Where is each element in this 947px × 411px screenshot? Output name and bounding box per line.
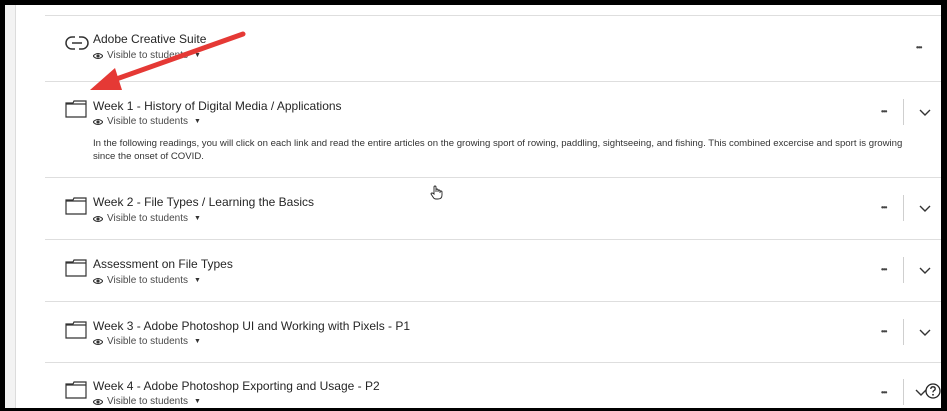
more-options-icon[interactable]: •••	[916, 43, 922, 52]
chevron-down-icon[interactable]	[919, 267, 931, 275]
eye-icon	[93, 118, 103, 125]
list-item-week-3[interactable]: Week 3 - Adobe Photoshop UI and Working …	[53, 311, 941, 361]
item-title[interactable]: Week 1 - History of Digital Media / Appl…	[93, 99, 342, 113]
separator	[45, 177, 941, 178]
separator	[45, 239, 941, 240]
folder-icon	[65, 321, 87, 339]
visibility-toggle[interactable]: Visible to students ▼	[93, 213, 201, 224]
divider	[903, 379, 904, 405]
link-icon	[65, 35, 89, 51]
visibility-toggle[interactable]: Visible to students ▼	[93, 116, 201, 127]
visibility-toggle[interactable]: Visible to students ▼	[93, 50, 201, 61]
visibility-toggle[interactable]: Visible to students ▼	[93, 275, 201, 286]
list-item-week-1[interactable]: Week 1 - History of Digital Media / Appl…	[53, 91, 941, 171]
caret-down-icon: ▼	[193, 118, 201, 125]
folder-icon	[65, 197, 87, 215]
hand-cursor-icon	[430, 185, 443, 200]
divider	[903, 319, 904, 345]
more-options-icon[interactable]: •••	[881, 107, 887, 116]
separator	[45, 15, 941, 16]
visibility-label: Visible to students	[107, 213, 188, 224]
visibility-toggle[interactable]: Visible to students ▼	[93, 396, 201, 407]
eye-icon	[93, 215, 103, 222]
visibility-label: Visible to students	[107, 275, 188, 286]
visibility-label: Visible to students	[107, 116, 188, 127]
list-item-week-4[interactable]: Week 4 - Adobe Photoshop Exporting and U…	[53, 371, 941, 411]
caret-down-icon: ▼	[193, 398, 201, 405]
content-frame: Adobe Creative Suite Visible to students…	[5, 5, 941, 408]
item-title[interactable]: Week 3 - Adobe Photoshop UI and Working …	[93, 319, 410, 333]
eye-icon	[93, 398, 103, 405]
separator	[45, 301, 941, 302]
folder-icon	[65, 100, 87, 118]
visibility-label: Visible to students	[107, 396, 188, 407]
chevron-down-icon[interactable]	[919, 109, 931, 117]
item-description: In the following readings, you will clic…	[93, 138, 903, 162]
caret-down-icon: ▼	[193, 52, 201, 59]
eye-icon	[93, 52, 103, 59]
chevron-down-icon[interactable]	[919, 205, 931, 213]
chevron-down-icon[interactable]	[919, 329, 931, 337]
divider	[903, 257, 904, 283]
separator	[45, 81, 941, 82]
folder-icon	[65, 259, 87, 277]
item-title[interactable]: Week 2 - File Types / Learning the Basic…	[93, 195, 314, 209]
divider	[903, 195, 904, 221]
list-item-assessment[interactable]: Assessment on File Types Visible to stud…	[53, 249, 941, 299]
left-gutter	[5, 5, 16, 408]
visibility-label: Visible to students	[107, 50, 188, 61]
visibility-toggle[interactable]: Visible to students ▼	[93, 336, 201, 347]
separator	[45, 362, 941, 363]
item-title[interactable]: Adobe Creative Suite	[93, 32, 206, 46]
more-options-icon[interactable]: •••	[881, 203, 887, 212]
list-item-adobe-creative-suite[interactable]: Adobe Creative Suite Visible to students…	[53, 25, 941, 77]
more-options-icon[interactable]: •••	[881, 265, 887, 274]
folder-icon	[65, 381, 87, 399]
eye-icon	[93, 277, 103, 284]
more-options-icon[interactable]: •••	[881, 327, 887, 336]
more-options-icon[interactable]: •••	[881, 388, 887, 397]
caret-down-icon: ▼	[193, 215, 201, 222]
item-title[interactable]: Week 4 - Adobe Photoshop Exporting and U…	[93, 379, 380, 393]
visibility-label: Visible to students	[107, 336, 188, 347]
caret-down-icon: ▼	[193, 338, 201, 345]
caret-down-icon: ▼	[193, 277, 201, 284]
eye-icon	[93, 338, 103, 345]
list-item-week-2[interactable]: Week 2 - File Types / Learning the Basic…	[53, 187, 941, 237]
item-title[interactable]: Assessment on File Types	[93, 257, 233, 271]
help-icon[interactable]	[925, 383, 941, 399]
divider	[903, 99, 904, 125]
